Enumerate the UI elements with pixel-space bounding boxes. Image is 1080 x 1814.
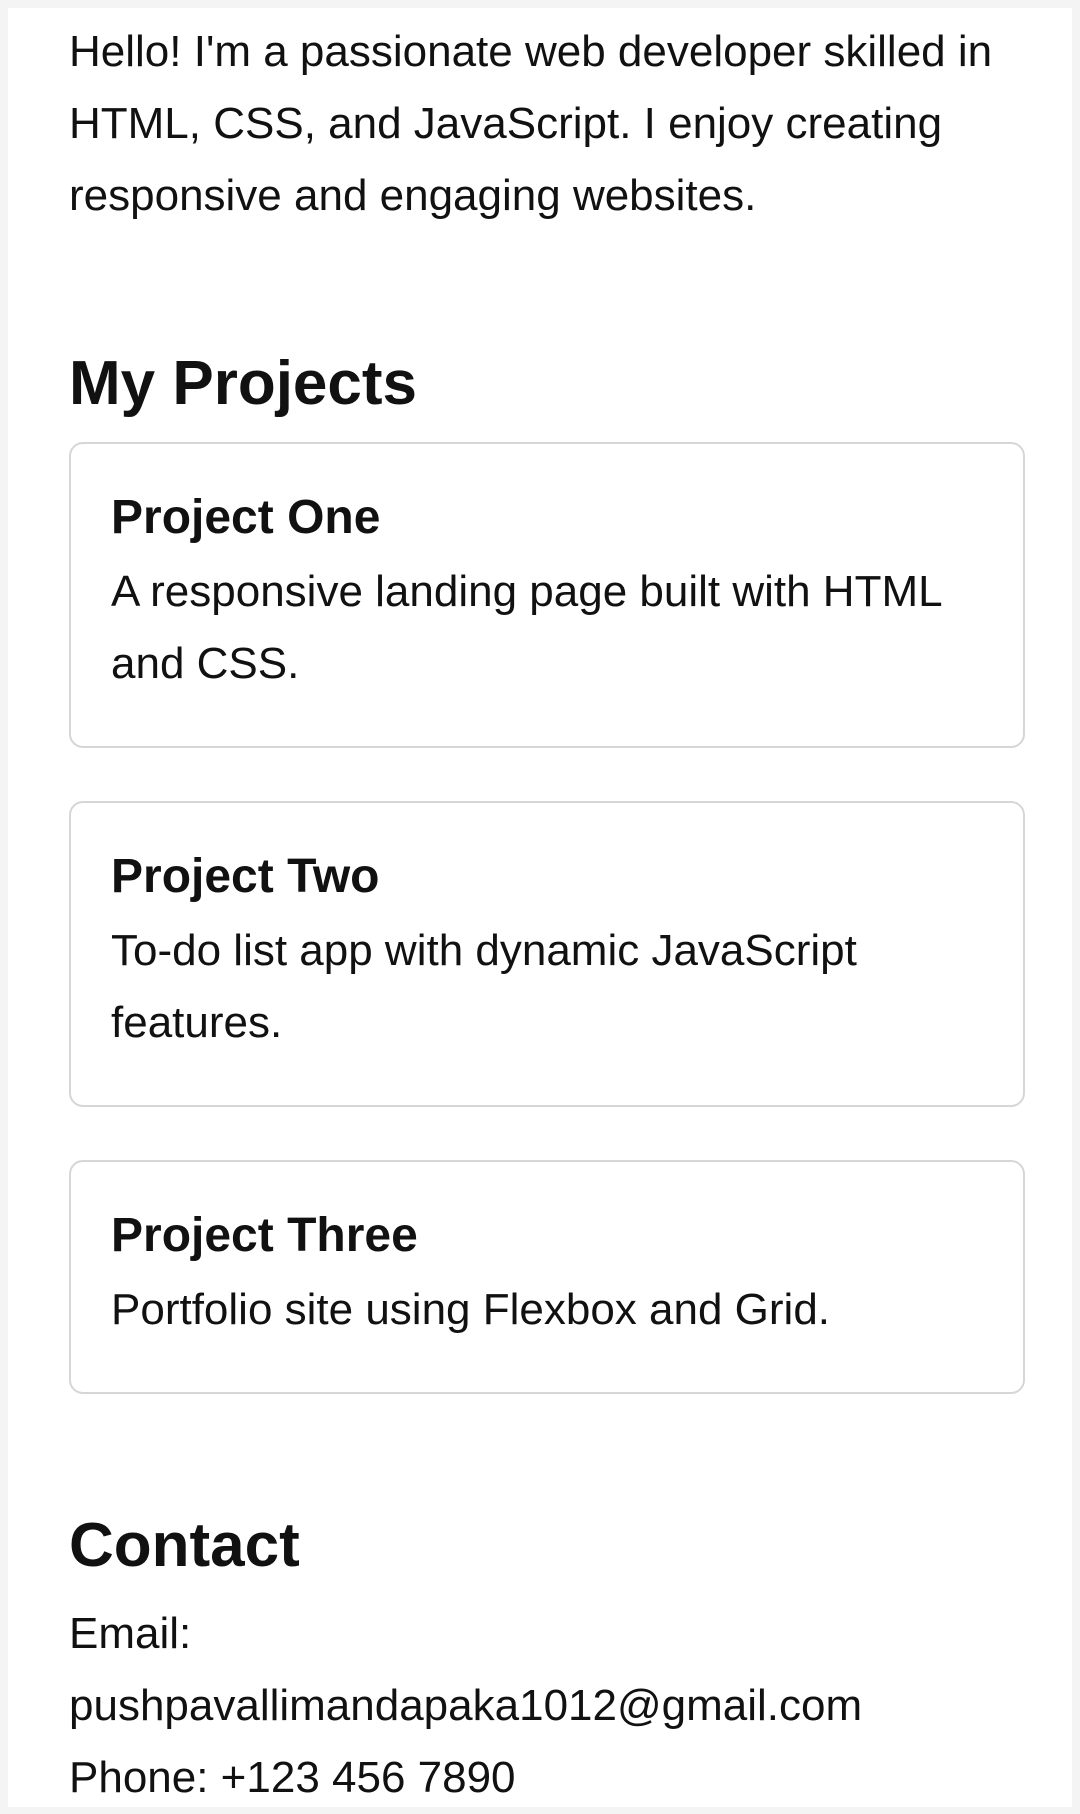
projects-heading: My Projects <box>69 349 418 418</box>
about-text: Hello! I'm a passionate web developer sk… <box>69 27 993 220</box>
project-description: To-do list app with dynamic JavaScript f… <box>111 926 857 1047</box>
project-description: A responsive landing page built with HTM… <box>111 567 941 688</box>
project-card-one: Project One A responsive landing page bu… <box>69 442 1025 748</box>
project-description: Portfolio site using Flexbox and Grid. <box>111 1285 831 1334</box>
contact-details: Email: pushpavallimandapaka1012@gmail.co… <box>69 1598 862 1814</box>
email-label: Email: <box>69 1609 192 1658</box>
project-card-three: Project Three Portfolio site using Flexb… <box>69 1160 1025 1394</box>
project-card-two: Project Two To-do list app with dynamic … <box>69 801 1025 1107</box>
phone-number[interactable]: Phone: +123 456 7890 <box>69 1742 862 1814</box>
project-title: Project Three <box>111 1209 418 1262</box>
email-address[interactable]: pushpavallimandapaka1012@gmail.com <box>69 1670 862 1742</box>
project-title: Project Two <box>111 850 380 903</box>
contact-heading: Contact <box>69 1511 300 1580</box>
page: Hello! I'm a passionate web developer sk… <box>8 0 1072 1807</box>
main-content: Hello! I'm a passionate web developer sk… <box>69 8 1033 1802</box>
project-title: Project One <box>111 491 381 544</box>
